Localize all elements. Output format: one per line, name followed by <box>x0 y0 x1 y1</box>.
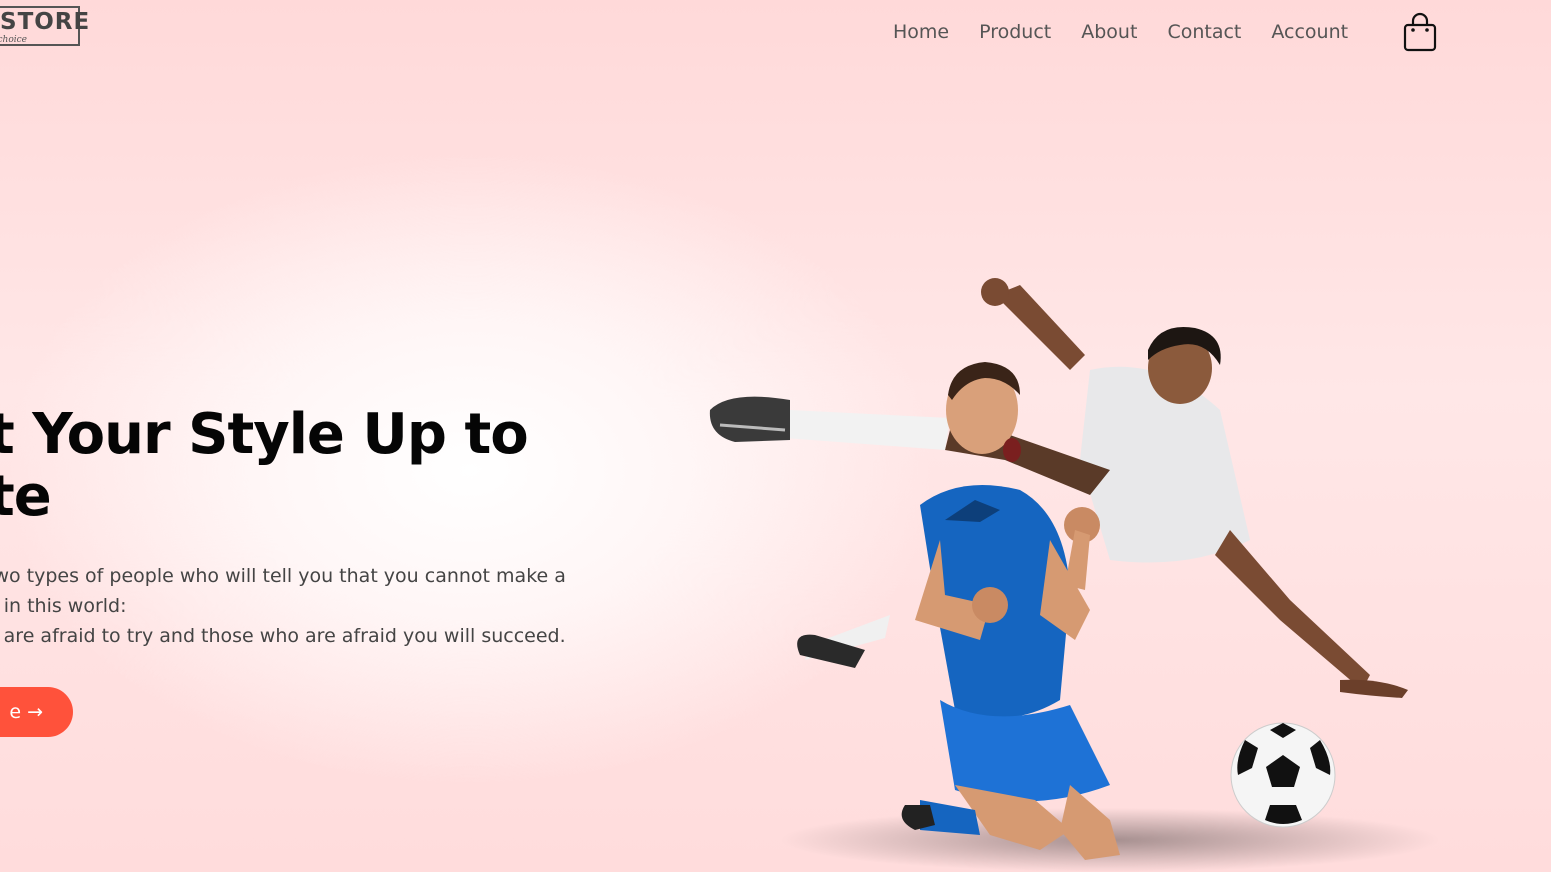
hero-headline: t Your Style Up to te <box>0 402 529 529</box>
hero-description-line3: o are afraid to try and those who are af… <box>0 625 566 647</box>
nav-link-contact[interactable]: Contact <box>1167 18 1241 46</box>
logo-tagline: s choice <box>0 35 27 45</box>
hero-description-line2: e in this world: <box>0 595 127 617</box>
soccer-ball <box>1230 722 1336 828</box>
hero-headline-line1: t Your Style Up to <box>0 402 529 467</box>
shopping-bag-icon[interactable] <box>1403 12 1437 52</box>
hero-description: two types of people who will tell you th… <box>0 561 566 651</box>
explore-now-button[interactable]: e → <box>0 687 73 737</box>
logo[interactable]: STORE s choice <box>0 6 89 46</box>
hero-image <box>690 260 1470 872</box>
hero-description-line1: two types of people who will tell you th… <box>0 565 566 587</box>
nav-link-product[interactable]: Product <box>979 18 1051 46</box>
nav-link-account[interactable]: Account <box>1271 18 1348 46</box>
logo-text: STORE <box>0 9 91 35</box>
main-nav: Home Product About Contact Account <box>893 18 1378 46</box>
nav-link-home[interactable]: Home <box>893 18 949 46</box>
hero-headline-line2: te <box>0 464 52 529</box>
nav-link-about[interactable]: About <box>1081 18 1137 46</box>
